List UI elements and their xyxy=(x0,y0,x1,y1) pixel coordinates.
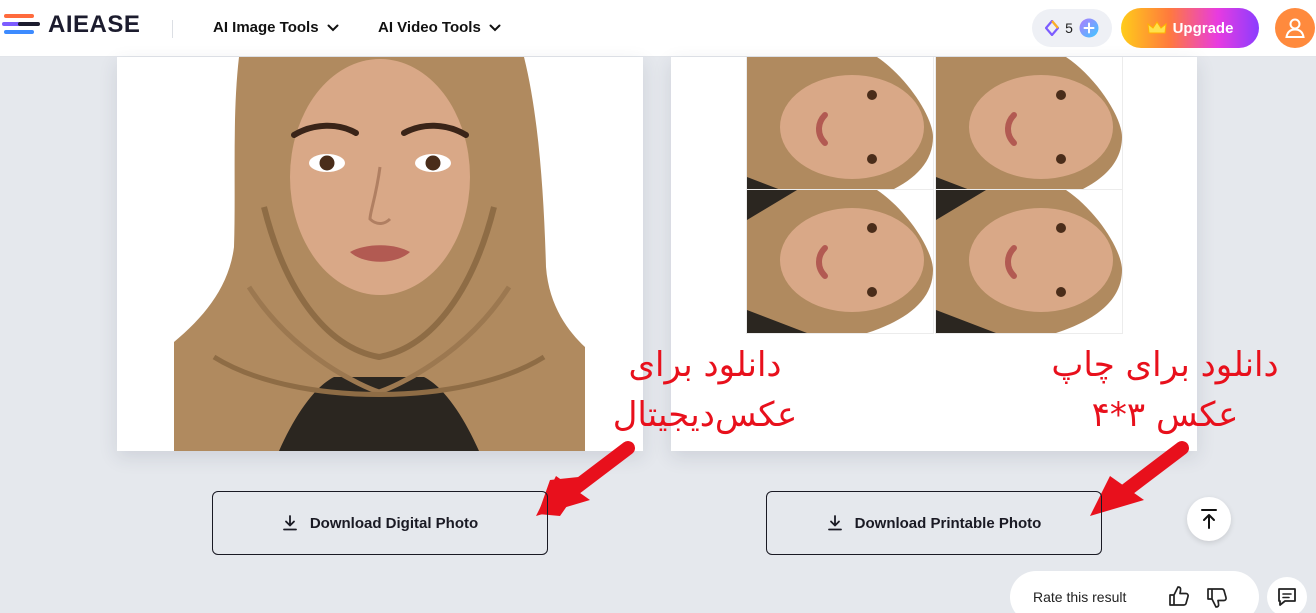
crown-icon xyxy=(1146,21,1167,34)
rate-label: Rate this result xyxy=(1033,589,1127,605)
download-icon xyxy=(282,515,297,531)
chat-button[interactable] xyxy=(1267,577,1307,613)
printable-thumbnail xyxy=(935,57,1123,201)
annotation-printable: دانلود برای چاپ عکس ۳*۴ xyxy=(1040,340,1290,440)
credits-pill[interactable]: 5 xyxy=(1032,9,1112,47)
download-printable-button[interactable]: Download Printable Photo xyxy=(766,491,1102,555)
header-divider xyxy=(172,20,173,38)
arrow-up-to-line-icon xyxy=(1201,509,1217,529)
gem-icon xyxy=(1045,20,1060,36)
annotation-line: عکس ۳*۴ xyxy=(1091,395,1239,435)
annotation-line: عکس‌دیجیتال xyxy=(612,395,798,435)
upgrade-label: Upgrade xyxy=(1172,19,1234,37)
printable-thumbnail xyxy=(746,189,934,334)
chat-icon xyxy=(1278,588,1296,606)
nav-label: AI Image Tools xyxy=(213,19,319,36)
rate-result-bar: Rate this result xyxy=(1010,571,1259,613)
download-digital-button[interactable]: Download Digital Photo xyxy=(212,491,548,555)
download-digital-label: Download Digital Photo xyxy=(309,514,479,532)
chevron-down-icon xyxy=(327,24,339,31)
thumbs-down-icon[interactable] xyxy=(1206,587,1228,609)
portrait-thumbnail xyxy=(936,57,1122,200)
nav-label: AI Video Tools xyxy=(378,19,481,36)
printable-thumbnail xyxy=(935,189,1123,334)
scroll-to-top-button[interactable] xyxy=(1187,497,1231,541)
download-icon xyxy=(827,515,842,531)
chevron-down-icon xyxy=(489,24,501,31)
credits-count: 5 xyxy=(1065,20,1073,36)
thumbs-up-icon[interactable] xyxy=(1168,585,1190,607)
annotation-line: دانلود برای xyxy=(628,345,782,385)
plus-circle-icon[interactable] xyxy=(1079,18,1099,38)
digital-photo-panel xyxy=(117,57,643,451)
logo[interactable]: AIEASE xyxy=(2,10,140,40)
portrait-thumbnail xyxy=(936,190,1122,333)
nav-ai-image-tools[interactable]: AI Image Tools xyxy=(213,19,339,36)
logo-icon xyxy=(2,14,40,34)
avatar[interactable] xyxy=(1275,8,1315,48)
top-header: AIEASE AI Image Tools AI Video Tools 5 U… xyxy=(0,0,1316,57)
portrait-thumbnail xyxy=(747,190,933,333)
download-printable-label: Download Printable Photo xyxy=(854,514,1042,532)
upgrade-button[interactable]: Upgrade xyxy=(1121,8,1259,48)
user-icon xyxy=(1285,18,1305,38)
portrait-thumbnail xyxy=(747,57,933,200)
nav-ai-video-tools[interactable]: AI Video Tools xyxy=(378,19,501,36)
printable-thumbnail xyxy=(746,57,934,201)
annotation-digital: دانلود برای عکس‌دیجیتال xyxy=(600,340,810,440)
annotation-line: دانلود برای چاپ xyxy=(1051,345,1279,385)
logo-text: AIEASE xyxy=(48,11,141,38)
digital-photo xyxy=(174,57,585,451)
